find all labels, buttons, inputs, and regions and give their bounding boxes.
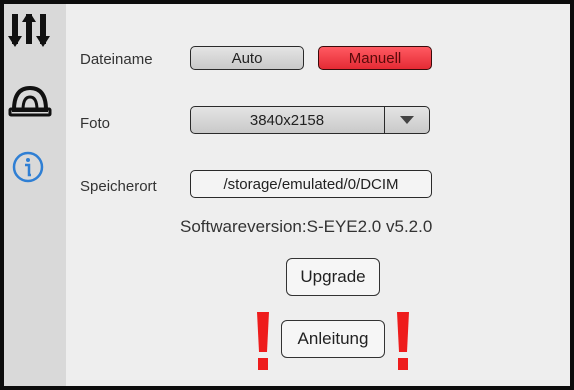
filename-manual-button[interactable]: Manuell: [318, 46, 432, 70]
photo-label: Foto: [80, 115, 111, 132]
settings-screen: Dateiname Auto Manuell Foto 3840x2158 Sp…: [4, 4, 570, 386]
sidebar: [4, 4, 66, 386]
chevron-down-icon[interactable]: [384, 107, 429, 133]
storage-label: Speicherort: [80, 178, 157, 195]
info-icon[interactable]: [11, 150, 45, 189]
helmet-icon[interactable]: [8, 84, 52, 123]
photo-resolution-dropdown[interactable]: 3840x2158: [190, 106, 430, 134]
filename-auto-button[interactable]: Auto: [190, 46, 304, 70]
settings-sliders-icon[interactable]: [8, 11, 50, 53]
software-version-text: Softwareversion:S-EYE2.0 v5.2.0: [180, 217, 433, 236]
exclamation-right-icon: [396, 312, 410, 372]
exclamation-left-icon: [256, 312, 270, 372]
filename-label: Dateiname: [80, 51, 153, 68]
photo-resolution-value: 3840x2158: [249, 111, 325, 129]
manual-button[interactable]: Anleitung: [281, 320, 385, 358]
storage-path-field[interactable]: /storage/emulated/0/DCIM: [190, 170, 432, 198]
upgrade-button[interactable]: Upgrade: [286, 258, 380, 296]
